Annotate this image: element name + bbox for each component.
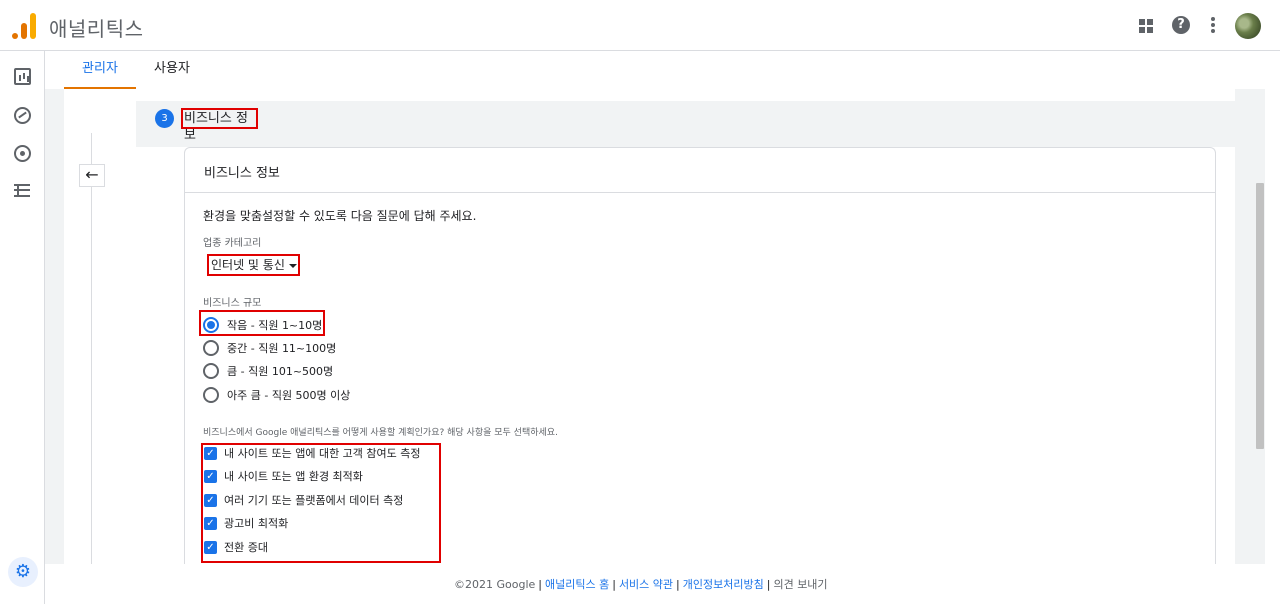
footer-privacy-link[interactable]: 개인정보처리방침 [683,578,764,591]
footer-feedback-link[interactable]: 의견 보내기 [773,578,827,591]
usage-question-label: 비즈니스에서 Google 애널리틱스를 어떻게 사용할 계획인가요? 해당 사… [203,428,558,438]
usage-option-engagement[interactable]: ✓ 내 사이트 또는 앱에 대한 고객 참여도 측정 [204,445,421,461]
analytics-logo-icon[interactable] [12,13,36,39]
explore-icon[interactable] [14,107,31,124]
industry-label: 업종 카테고리 [203,238,262,249]
size-option-small[interactable]: 작음 - 직원 1~10명 [203,316,322,334]
size-option-label: 큼 - 직원 101~500명 [227,365,334,378]
step-number: 3 [155,109,174,128]
usage-option-label: 내 사이트 또는 앱 환경 최적화 [224,470,363,483]
size-option-medium[interactable]: 중간 - 직원 11~100명 [203,339,336,357]
tab-user[interactable]: 사용자 [144,51,200,89]
footer-terms-link[interactable]: 서비스 약관 [619,578,673,591]
size-option-label: 작음 - 직원 1~10명 [227,319,323,332]
dropdown-caret-icon [288,263,297,268]
size-option-large[interactable]: 큼 - 직원 101~500명 [203,362,333,380]
radio-checked-icon[interactable] [203,317,219,333]
usage-option-label: 전환 증대 [224,541,268,554]
tab-admin[interactable]: 관리자 [64,51,136,89]
footer-copyright: ©2021 Google [454,578,536,591]
avatar[interactable] [1235,13,1261,39]
settings-gear-icon[interactable]: ⚙ [8,557,38,587]
size-option-label: 중간 - 직원 11~100명 [227,342,337,355]
usage-option-ad-spend[interactable]: ✓ 광고비 최적화 [204,515,288,531]
radio-unchecked-icon[interactable] [203,363,219,379]
usage-option-cross-device[interactable]: ✓ 여러 기기 또는 플랫폼에서 데이터 측정 [204,492,403,508]
size-option-xlarge[interactable]: 아주 큼 - 직원 500명 이상 [203,386,350,404]
stepper-line [91,133,92,564]
usage-option-label: 광고비 최적화 [224,517,289,530]
back-arrow-button[interactable]: ← [79,164,105,187]
intro-text: 환경을 맞춤설정할 수 있도록 다음 질문에 답해 주세요. [203,209,477,223]
checkbox-checked-icon[interactable]: ✓ [204,469,217,483]
left-nav-rail: ⚙ [0,51,45,604]
checkbox-checked-icon[interactable]: ✓ [204,493,217,507]
checkbox-checked-icon[interactable]: ✓ [204,446,217,460]
card-title: 비즈니스 정보 [204,166,280,181]
admin-tabs: 관리자 사용자 [45,51,1280,89]
usage-option-label: 내 사이트 또는 앱에 대한 고객 참여도 측정 [224,447,421,460]
usage-option-optimize-experience[interactable]: ✓ 내 사이트 또는 앱 환경 최적화 [204,468,363,484]
card-header: 비즈니스 정보 [185,148,1215,193]
step-label: 비즈니스 정보 [181,108,258,143]
top-app-bar: 애널리틱스 ? [0,0,1280,51]
checkbox-checked-icon[interactable]: ✓ [204,516,217,530]
industry-select-value: 인터넷 및 통신 [211,258,285,272]
app-title[interactable]: 애널리틱스 [49,13,144,42]
footer-links: ©2021 Google | 애널리틱스 홈 | 서비스 약관 | 개인정보처리방침 | 의견 … [454,578,828,591]
industry-category-select[interactable]: 인터넷 및 통신 [207,254,300,276]
size-option-label: 아주 큼 - 직원 500명 이상 [227,389,351,402]
radio-unchecked-icon[interactable] [203,340,219,356]
checkbox-checked-icon[interactable]: ✓ [204,540,217,554]
advertising-icon[interactable] [14,145,31,162]
reports-icon[interactable] [14,68,31,85]
usage-option-conversions[interactable]: ✓ 전환 증대 [204,539,268,555]
configure-icon[interactable] [14,184,30,197]
scrollbar-thumb[interactable] [1256,183,1264,449]
radio-unchecked-icon[interactable] [203,387,219,403]
business-size-label: 비즈니스 규모 [203,298,262,309]
footer-home-link[interactable]: 애널리틱스 홈 [545,578,609,591]
help-icon[interactable]: ? [1172,16,1190,34]
more-vert-icon[interactable] [1211,17,1215,33]
step-header [136,101,1235,147]
usage-option-label: 여러 기기 또는 플랫폼에서 데이터 측정 [224,494,404,507]
apps-grid-icon[interactable] [1139,19,1153,33]
